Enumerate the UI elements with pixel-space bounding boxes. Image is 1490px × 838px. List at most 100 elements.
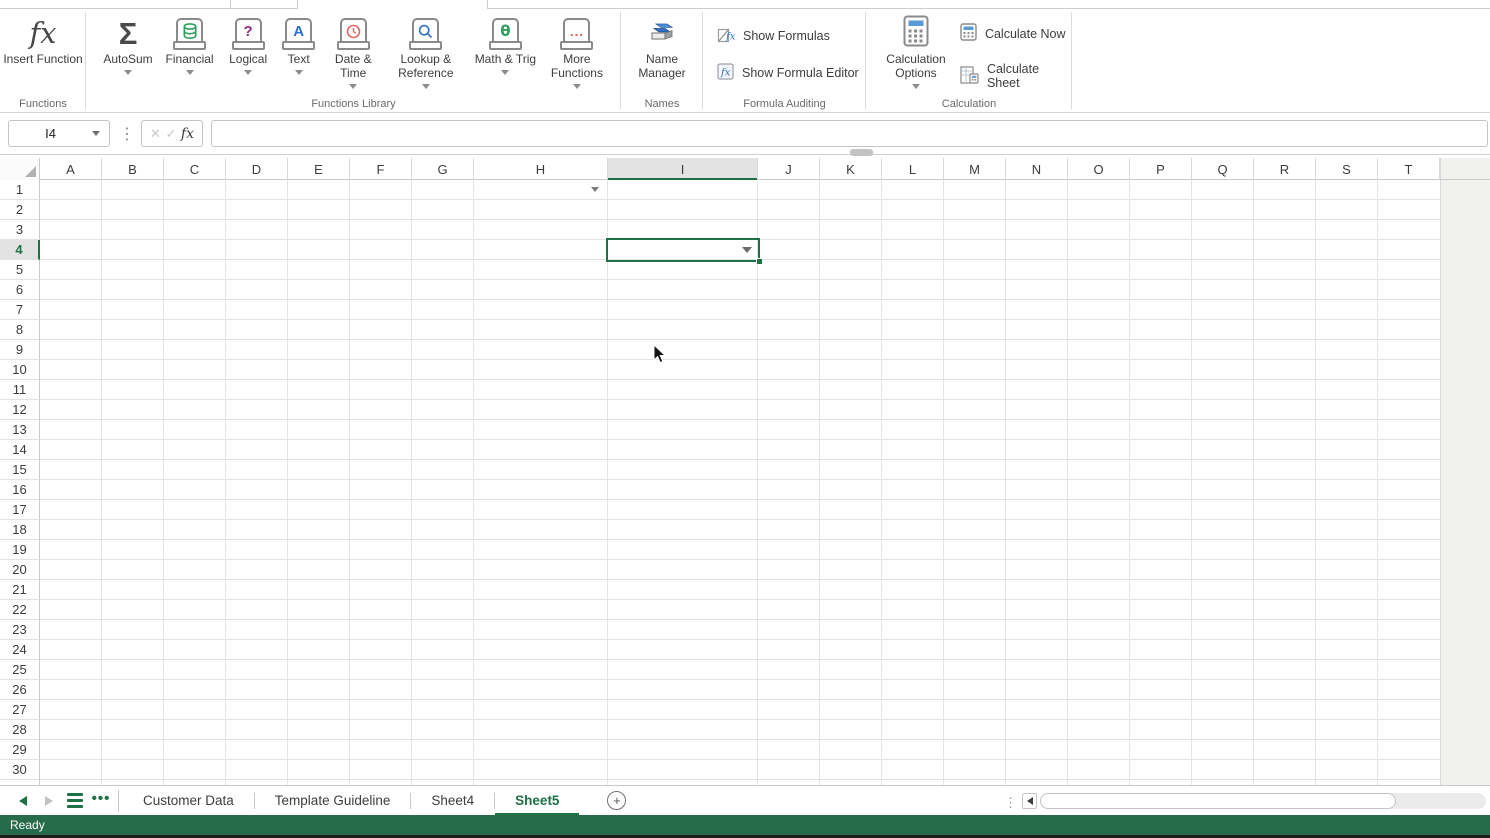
- row-header-18[interactable]: 18: [0, 520, 40, 540]
- row-header-13[interactable]: 13: [0, 420, 40, 440]
- name-manager-button[interactable]: Name Manager: [627, 9, 697, 101]
- grid-row-9[interactable]: [40, 340, 1440, 360]
- scroll-left-button[interactable]: [1022, 793, 1037, 809]
- row-header-5[interactable]: 5: [0, 260, 40, 280]
- insert-function-fx-icon[interactable]: fx: [181, 126, 194, 142]
- formula-input[interactable]: [211, 120, 1488, 147]
- grid-row-28[interactable]: [40, 720, 1440, 740]
- grid-row-8[interactable]: [40, 320, 1440, 340]
- cell-dropdown-icon[interactable]: [742, 247, 752, 253]
- column-header-F[interactable]: F: [350, 158, 412, 180]
- row-header-15[interactable]: 15: [0, 460, 40, 480]
- enter-icon[interactable]: ✓: [165, 126, 176, 142]
- grid-row-29[interactable]: [40, 740, 1440, 760]
- column-header-S[interactable]: S: [1316, 158, 1378, 180]
- grid-row-6[interactable]: [40, 280, 1440, 300]
- sheet-list-button[interactable]: [62, 786, 88, 816]
- column-header-K[interactable]: K: [820, 158, 882, 180]
- grid-row-16[interactable]: [40, 480, 1440, 500]
- row-header-19[interactable]: 19: [0, 540, 40, 560]
- row-header-9[interactable]: 9: [0, 340, 40, 360]
- column-header-N[interactable]: N: [1006, 158, 1068, 180]
- active-cell-selection[interactable]: [606, 238, 760, 262]
- grid-row-30[interactable]: [40, 760, 1440, 780]
- sheet-tab-sheet5[interactable]: Sheet5: [495, 786, 579, 816]
- autosum-button[interactable]: Σ AutoSum: [100, 9, 156, 101]
- logical-button[interactable]: ? Logical: [223, 9, 273, 101]
- name-box[interactable]: I4: [8, 120, 110, 147]
- text-button[interactable]: A Text: [277, 9, 321, 101]
- grid-row-2[interactable]: [40, 200, 1440, 220]
- row-header-30[interactable]: 30: [0, 760, 40, 780]
- financial-button[interactable]: Financial: [160, 9, 220, 101]
- scrollbar-handle-icon[interactable]: ⋮: [1004, 795, 1017, 811]
- name-box-chevron-down-icon[interactable]: [92, 131, 100, 136]
- row-header-17[interactable]: 17: [0, 500, 40, 520]
- column-header-A[interactable]: A: [40, 158, 102, 180]
- grid-row-15[interactable]: [40, 460, 1440, 480]
- row-header-23[interactable]: 23: [0, 620, 40, 640]
- row-header-29[interactable]: 29: [0, 740, 40, 760]
- prev-sheet-button[interactable]: [10, 786, 36, 816]
- row-header-20[interactable]: 20: [0, 560, 40, 580]
- column-header-J[interactable]: J: [758, 158, 820, 180]
- row-header-3[interactable]: 3: [0, 220, 40, 240]
- grid-row-3[interactable]: [40, 220, 1440, 240]
- grid-row-10[interactable]: [40, 360, 1440, 380]
- horizontal-scrollbar-thumb[interactable]: [1040, 793, 1396, 809]
- column-header-T[interactable]: T: [1378, 158, 1440, 180]
- row-header-28[interactable]: 28: [0, 720, 40, 740]
- cancel-icon[interactable]: ✕: [150, 126, 161, 142]
- column-header-H[interactable]: H: [474, 158, 608, 180]
- grid-row-25[interactable]: [40, 660, 1440, 680]
- h1-dropdown-icon[interactable]: [591, 187, 599, 192]
- row-header-27[interactable]: 27: [0, 700, 40, 720]
- grid-row-26[interactable]: [40, 680, 1440, 700]
- kebab-handle-icon[interactable]: ⋮: [119, 120, 135, 147]
- show-formula-editor-button[interactable]: fx Show Formula Editor: [717, 63, 866, 83]
- row-header-12[interactable]: 12: [0, 400, 40, 420]
- show-formulas-button[interactable]: fx Show Formulas: [717, 26, 866, 46]
- column-header-D[interactable]: D: [226, 158, 288, 180]
- grid-row-17[interactable]: [40, 500, 1440, 520]
- more-sheets-button[interactable]: •••: [88, 786, 114, 816]
- add-sheet-button[interactable]: +: [607, 791, 626, 810]
- column-header-I[interactable]: I: [608, 158, 758, 180]
- grid-row-12[interactable]: [40, 400, 1440, 420]
- next-sheet-button[interactable]: [36, 786, 62, 816]
- row-header-21[interactable]: 21: [0, 580, 40, 600]
- grid-row-21[interactable]: [40, 580, 1440, 600]
- row-header-8[interactable]: 8: [0, 320, 40, 340]
- insert-function-button[interactable]: fx Insert Function: [1, 9, 85, 101]
- column-header-P[interactable]: P: [1130, 158, 1192, 180]
- column-header-O[interactable]: O: [1068, 158, 1130, 180]
- sheet-tab-customer-data[interactable]: Customer Data: [123, 786, 254, 816]
- grid-rows[interactable]: [40, 180, 1440, 785]
- row-header-25[interactable]: 25: [0, 660, 40, 680]
- row-header-4[interactable]: 4: [0, 240, 40, 260]
- column-header-E[interactable]: E: [288, 158, 350, 180]
- math-trig-button[interactable]: θ Math & Trig: [469, 9, 541, 101]
- grid-row-20[interactable]: [40, 560, 1440, 580]
- column-header-C[interactable]: C: [164, 158, 226, 180]
- grid-row-7[interactable]: [40, 300, 1440, 320]
- row-header-16[interactable]: 16: [0, 480, 40, 500]
- sheet-tab-sheet4[interactable]: Sheet4: [411, 786, 494, 816]
- grid-row-24[interactable]: [40, 640, 1440, 660]
- grid-row-22[interactable]: [40, 600, 1440, 620]
- calculation-options-button[interactable]: Calculation Options: [880, 9, 952, 101]
- select-all-corner[interactable]: [0, 158, 40, 180]
- lookup-reference-button[interactable]: Lookup & Reference: [386, 9, 466, 101]
- column-header-R[interactable]: R: [1254, 158, 1316, 180]
- fill-handle[interactable]: [756, 258, 763, 265]
- sheet-tab-template-guideline[interactable]: Template Guideline: [255, 786, 411, 816]
- grid-row-18[interactable]: [40, 520, 1440, 540]
- calculate-now-button[interactable]: Calculate Now: [960, 23, 1072, 44]
- column-header-M[interactable]: M: [944, 158, 1006, 180]
- column-header-L[interactable]: L: [882, 158, 944, 180]
- grid-row-5[interactable]: [40, 260, 1440, 280]
- row-header-14[interactable]: 14: [0, 440, 40, 460]
- grid-row-11[interactable]: [40, 380, 1440, 400]
- column-header-B[interactable]: B: [102, 158, 164, 180]
- row-header-10[interactable]: 10: [0, 360, 40, 380]
